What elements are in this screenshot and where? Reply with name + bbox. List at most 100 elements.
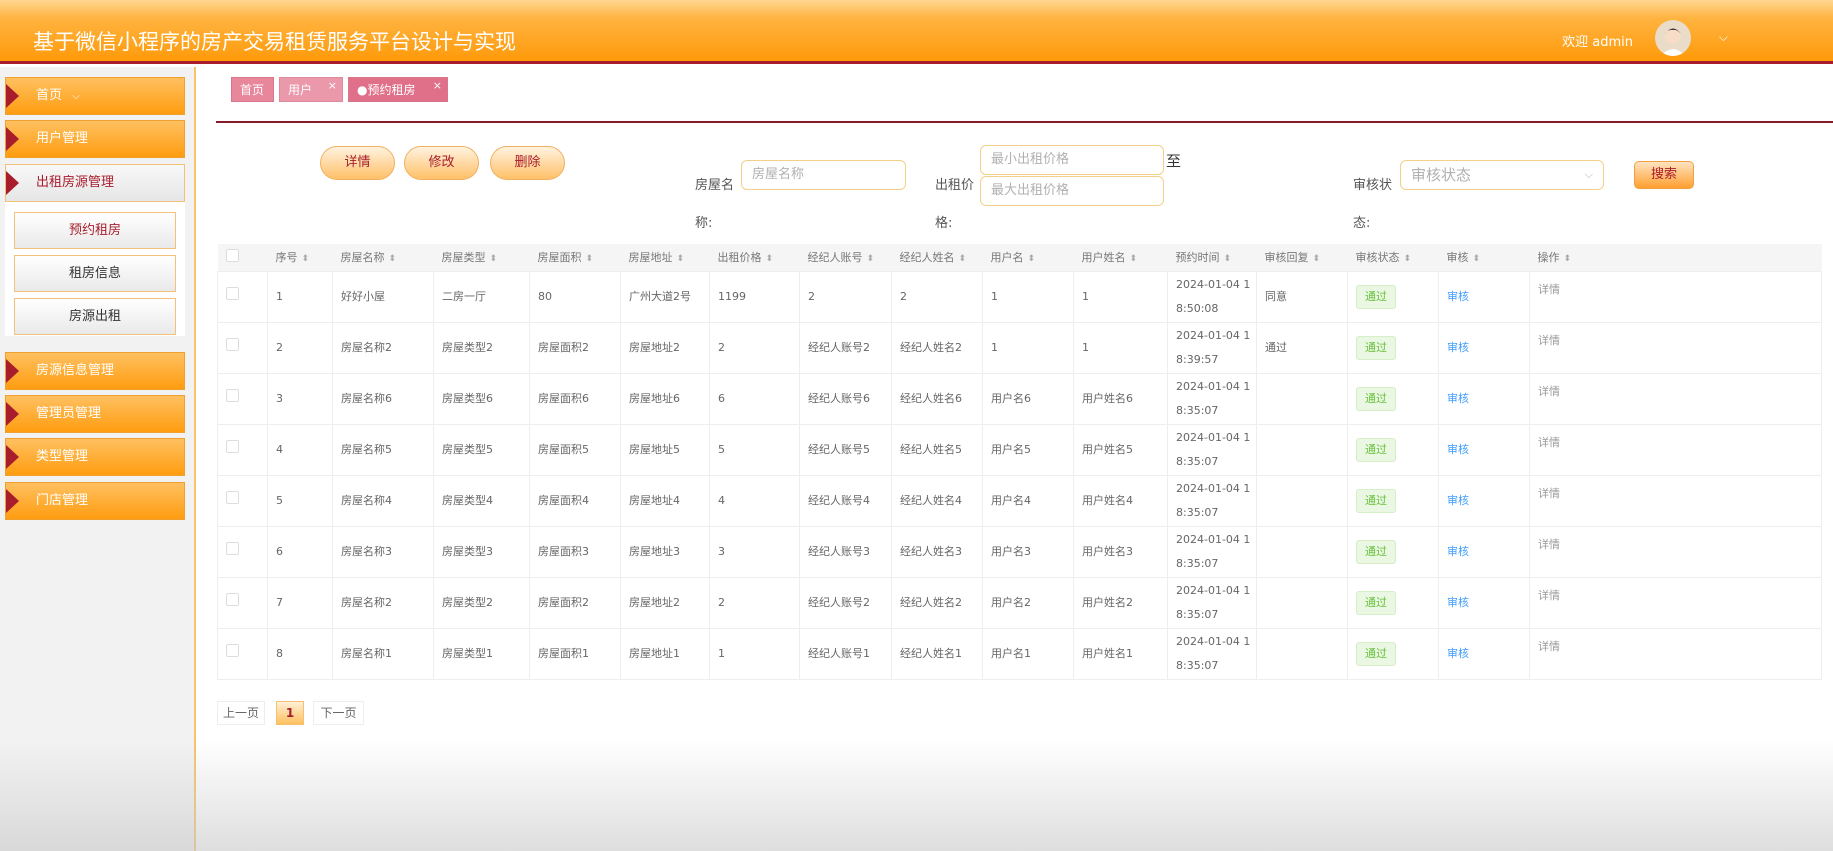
column-header[interactable]: 房屋地址 ⬍ — [620, 244, 710, 272]
review-link[interactable]: 审核 — [1447, 494, 1469, 507]
table-cell: 2 — [709, 321, 800, 374]
avatar[interactable] — [1655, 20, 1691, 56]
column-header[interactable]: 房屋名称 ⬍ — [332, 244, 434, 272]
sidebar-item-stores[interactable]: 门店管理 — [5, 482, 185, 520]
table-cell: 房屋名称2 — [332, 576, 434, 629]
status-select[interactable]: 审核状态 ⌵ — [1400, 160, 1604, 190]
review-link[interactable]: 审核 — [1447, 647, 1469, 660]
review-link[interactable]: 审核 — [1447, 341, 1469, 354]
column-header-label: 出租价格 — [717, 251, 762, 265]
tab-home[interactable]: 首页 — [231, 77, 274, 102]
detail-link[interactable]: 详情 — [1538, 487, 1560, 500]
row-checkbox[interactable] — [226, 388, 239, 402]
sort-icon[interactable]: ⬍ — [867, 254, 875, 264]
row-checkbox[interactable] — [226, 286, 239, 300]
sort-icon[interactable]: ⬍ — [1404, 254, 1412, 264]
cell-text: 2024-01-04 18:35:07 — [1176, 481, 1251, 519]
column-header[interactable]: 序号 ⬍ — [267, 244, 333, 272]
submenu-item-house-rent[interactable]: 房源出租 — [14, 298, 176, 335]
sort-icon[interactable]: ⬍ — [677, 254, 685, 264]
tab-booking[interactable]: ●预约租房 × — [348, 77, 448, 102]
cell-status: 通过 — [1347, 372, 1439, 425]
review-link[interactable]: 审核 — [1447, 596, 1469, 609]
sort-icon[interactable]: ⬍ — [586, 254, 594, 264]
column-header[interactable]: 经纪人账号 ⬍ — [799, 244, 892, 272]
row-checkbox[interactable] — [226, 337, 239, 351]
column-header[interactable]: 用户名 ⬍ — [982, 244, 1074, 272]
sort-icon[interactable]: ⬍ — [959, 254, 967, 264]
cell-text: 房屋名称3 — [341, 544, 392, 558]
column-header[interactable]: 审核回复 ⬍ — [1256, 244, 1348, 272]
close-icon[interactable]: × — [328, 73, 337, 98]
sidebar-item-home[interactable]: 首页 ⌵ — [5, 77, 185, 115]
select-all-checkbox[interactable] — [225, 249, 239, 263]
cell-text: 房屋地址5 — [629, 442, 680, 456]
row-checkbox[interactable] — [226, 541, 239, 555]
column-header[interactable]: 审核状态 ⬍ — [1347, 244, 1439, 272]
table-cell: 房屋名称4 — [332, 474, 434, 527]
review-link[interactable]: 审核 — [1447, 443, 1469, 456]
cell-time: 2024-01-04 18:35:07 — [1167, 423, 1257, 476]
row-checkbox[interactable] — [226, 490, 239, 504]
table-cell: 6 — [709, 372, 800, 425]
column-header[interactable]: 预约时间 ⬍ — [1167, 244, 1257, 272]
sort-icon[interactable]: ⬍ — [1224, 254, 1232, 264]
sort-icon[interactable]: ⬍ — [1313, 254, 1321, 264]
next-page-button[interactable]: 下一页 — [313, 701, 364, 725]
house-name-input[interactable]: 房屋名称 — [741, 160, 906, 190]
review-link[interactable]: 审核 — [1447, 290, 1469, 303]
close-icon[interactable]: × — [433, 73, 442, 98]
detail-link[interactable]: 详情 — [1538, 640, 1560, 653]
detail-link[interactable]: 详情 — [1538, 589, 1560, 602]
sort-icon[interactable]: ⬍ — [389, 254, 397, 264]
sidebar-item-rental-management[interactable]: 出租房源管理 — [5, 164, 185, 202]
row-checkbox-cell — [217, 423, 268, 476]
sort-icon[interactable]: ⬍ — [1564, 254, 1572, 264]
detail-link[interactable]: 详情 — [1538, 334, 1560, 347]
column-header[interactable]: 房屋类型 ⬍ — [433, 244, 530, 272]
detail-button[interactable]: 详情 — [320, 146, 395, 180]
review-link[interactable]: 审核 — [1447, 392, 1469, 405]
cell-time: 2024-01-04 18:39:57 — [1167, 321, 1257, 374]
tab-users[interactable]: 用户 × — [279, 77, 343, 102]
row-checkbox[interactable] — [226, 439, 239, 453]
sort-icon[interactable]: ⬍ — [766, 254, 774, 264]
column-header[interactable]: 审核 ⬍ — [1438, 244, 1530, 272]
table-cell: 房屋面积5 — [529, 423, 621, 476]
column-header[interactable]: 出租价格 ⬍ — [709, 244, 800, 272]
sort-icon[interactable]: ⬍ — [1130, 254, 1138, 264]
submenu-item-rental-info[interactable]: 租房信息 — [14, 255, 176, 292]
sidebar-item-types[interactable]: 类型管理 — [5, 438, 185, 476]
detail-link[interactable]: 详情 — [1538, 436, 1560, 449]
chevron-down-icon[interactable]: ⌵ — [1719, 30, 1728, 45]
sort-icon[interactable]: ⬍ — [1473, 254, 1481, 264]
max-price-input[interactable]: 最大出租价格 — [980, 176, 1164, 206]
min-price-input[interactable]: 最小出租价格 — [980, 145, 1164, 175]
row-checkbox[interactable] — [226, 643, 239, 657]
cell-text: 经纪人账号3 — [808, 544, 870, 558]
sort-icon[interactable]: ⬍ — [490, 254, 498, 264]
tab-label: ●预约租房 — [357, 83, 416, 97]
prev-page-button[interactable]: 上一页 — [217, 701, 265, 725]
edit-button[interactable]: 修改 — [404, 146, 479, 180]
delete-button[interactable]: 删除 — [490, 146, 565, 180]
column-header[interactable]: 经纪人姓名 ⬍ — [891, 244, 983, 272]
page-1-button[interactable]: 1 — [276, 701, 304, 725]
detail-link[interactable]: 详情 — [1538, 283, 1560, 296]
search-button[interactable]: 搜索 — [1634, 161, 1694, 189]
sidebar-item-house-info[interactable]: 房源信息管理 — [5, 352, 185, 390]
column-header[interactable]: 房屋面积 ⬍ — [529, 244, 621, 272]
column-header[interactable]: 用户姓名 ⬍ — [1073, 244, 1168, 272]
submenu-item-booking[interactable]: 预约租房 — [14, 212, 176, 249]
column-header[interactable]: 操作 ⬍ — [1529, 244, 1822, 272]
table-cell: 经纪人账号2 — [799, 576, 892, 629]
review-link[interactable]: 审核 — [1447, 545, 1469, 558]
sidebar-item-users[interactable]: 用户管理 — [5, 120, 185, 158]
sort-icon[interactable]: ⬍ — [1028, 254, 1036, 264]
sidebar-item-admins[interactable]: 管理员管理 — [5, 395, 185, 433]
detail-link[interactable]: 详情 — [1538, 385, 1560, 398]
row-checkbox[interactable] — [226, 592, 239, 606]
detail-link[interactable]: 详情 — [1538, 538, 1560, 551]
sort-icon[interactable]: ⬍ — [302, 254, 310, 264]
table-cell: 5 — [267, 474, 333, 527]
